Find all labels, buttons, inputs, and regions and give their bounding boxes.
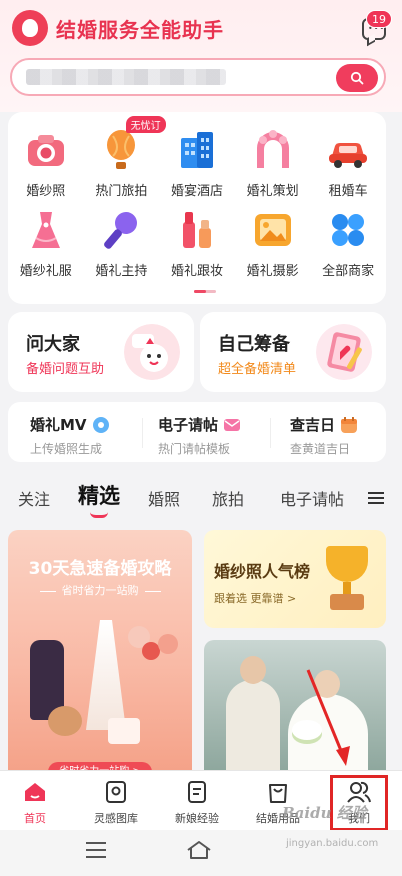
watermark: Baidu 经验 — [282, 804, 367, 822]
promo-ask-everyone[interactable]: 问大家 备婚问题互助 — [8, 312, 194, 392]
hotel-icon — [180, 132, 213, 168]
category-label: 婚纱照 — [26, 184, 66, 199]
search-input[interactable] — [26, 69, 226, 85]
feed-card-ranking[interactable]: 婚纱照人气榜 跟着选 更靠谱 > — [204, 530, 386, 628]
tool-subtitle: 上传婚照生成 — [30, 442, 103, 456]
trophy-icon — [322, 546, 372, 616]
search-icon — [350, 71, 364, 85]
category-label: 租婚车 — [328, 184, 368, 199]
tab-wedding-photos[interactable]: 婚照 — [148, 486, 180, 510]
search-button[interactable] — [336, 64, 378, 92]
page-indicator — [194, 290, 216, 293]
dress-illustration — [86, 620, 126, 730]
category-label: 婚宴酒店 — [170, 184, 223, 199]
tool-e-invitation[interactable]: 电子请帖 热门请帖模板 — [158, 414, 241, 457]
home-nav-icon[interactable] — [186, 840, 212, 860]
tool-auspicious-date[interactable]: 查吉日 查黄道吉日 — [290, 414, 358, 457]
search-bar[interactable] — [10, 58, 386, 96]
grid-icon — [332, 214, 365, 246]
category-wedding-host[interactable]: 婚礼主持 — [84, 204, 160, 284]
category-grid: 婚纱照 无忧订 热门旅拍 婚宴酒店 婚礼策划 租婚车 婚纱礼服 婚礼主持 婚礼跟… — [8, 112, 386, 304]
promo-subtitle: 超全备婚清单 — [218, 362, 297, 377]
category-wedding-photography[interactable]: 婚礼摄影 — [235, 204, 311, 284]
hot-air-balloon-icon — [107, 130, 136, 169]
tabs-menu-icon[interactable] — [368, 492, 384, 504]
divider — [270, 418, 271, 448]
gallery-icon — [106, 781, 126, 803]
category-label: 热门旅拍 — [95, 184, 148, 199]
category-label: 婚礼主持 — [95, 264, 148, 279]
menu-icon[interactable] — [86, 842, 106, 858]
tab-e-invitation[interactable]: 电子请帖 — [280, 486, 344, 510]
category-all-merchants[interactable]: 全部商家 — [310, 204, 386, 284]
bouquet-figure — [292, 720, 322, 740]
feed-card-title: 婚纱照人气榜 — [214, 562, 311, 581]
feed-card-guide[interactable]: 30天急速备婚攻略 省时省力一站购 省时省力一站购 > — [8, 530, 192, 780]
feed-card-title: 30天急速备婚攻略 — [28, 559, 172, 579]
checklist-icon — [316, 324, 372, 380]
makeup-icon — [182, 212, 211, 248]
tool-title: 婚礼MV — [30, 416, 87, 434]
promo-subtitle: 备婚问题互助 — [26, 362, 105, 377]
wedding-arch-icon — [256, 130, 289, 168]
tools-row: 婚礼MV 上传婚照生成 电子请帖 热门请帖模板 查吉日 查黄道吉日 — [8, 402, 386, 462]
bag-illustration — [108, 718, 140, 744]
tool-title: 电子请帖 — [158, 416, 219, 434]
tool-subtitle: 热门请帖模板 — [158, 442, 231, 456]
category-label: 婚纱礼服 — [19, 264, 72, 279]
tool-wedding-mv[interactable]: 婚礼MV 上传婚照生成 — [30, 414, 109, 457]
message-badge: 19 — [366, 10, 392, 28]
category-label: 婚礼摄影 — [246, 264, 299, 279]
tabbar-home[interactable]: 首页 — [0, 779, 75, 826]
category-travel-photo[interactable]: 无忧订 热门旅拍 — [84, 116, 166, 204]
category-wedding-dress[interactable]: 婚纱礼服 — [8, 204, 84, 284]
category-banquet-hotel[interactable]: 婚宴酒店 — [159, 124, 235, 204]
category-label: 婚礼策划 — [246, 184, 299, 199]
feed-card-subtitle: 省时省力一站购 — [8, 582, 192, 598]
active-tab-underline — [90, 512, 108, 518]
tabbar-inspiration[interactable]: 灵感图库 — [76, 779, 156, 826]
chat-mascot-icon — [124, 324, 180, 380]
dress-icon — [31, 212, 60, 248]
tabbar-bride-experience[interactable]: 新娘经验 — [157, 779, 237, 826]
system-nav-bar — [0, 830, 402, 876]
app-title: 结婚服务全能助手 — [56, 18, 224, 42]
category-wedding-photo[interactable]: 婚纱照 — [8, 124, 84, 204]
tab-travel-photos[interactable]: 旅拍 — [212, 486, 244, 510]
notes-icon — [188, 781, 206, 803]
category-car-rental[interactable]: 租婚车 — [310, 124, 386, 204]
promo-self-prepare[interactable]: 自己筹备 超全备婚清单 — [200, 312, 386, 392]
photo-icon — [254, 214, 291, 246]
envelope-icon — [224, 418, 241, 431]
feed-tabs: 关注 精选 婚照 旅拍 电子请帖 — [0, 478, 402, 518]
car-icon — [329, 143, 368, 168]
app-logo — [12, 10, 48, 46]
play-icon — [92, 416, 109, 433]
category-label: 全部商家 — [322, 264, 375, 279]
tool-subtitle: 查黄道吉日 — [290, 442, 351, 456]
tab-featured[interactable]: 精选 — [78, 480, 120, 510]
promo-title: 问大家 — [26, 334, 80, 355]
category-bridal-makeup[interactable]: 婚礼跟妆 — [159, 204, 235, 284]
category-wedding-planning[interactable]: 婚礼策划 — [235, 124, 311, 204]
microphone-icon — [104, 212, 138, 249]
tabbar-label: 首页 — [24, 812, 46, 825]
divider — [142, 418, 143, 448]
promo-title: 自己筹备 — [218, 334, 290, 355]
bear-illustration — [48, 706, 82, 736]
home-icon — [25, 783, 45, 801]
app-header: 结婚服务全能助手 ••• 19 — [0, 0, 402, 112]
feed-card-photo[interactable] — [204, 640, 386, 780]
balloon-decoration — [158, 634, 178, 654]
tool-title: 查吉日 — [290, 416, 336, 434]
category-label: 婚礼跟妆 — [170, 264, 223, 279]
calendar-icon — [341, 416, 358, 433]
groom-figure — [226, 656, 280, 780]
tabbar-label: 灵感图库 — [94, 812, 138, 825]
watermark-url: jingyan.baidu.com — [286, 838, 379, 849]
feed-card-subtitle: 跟着选 更靠谱 > — [214, 592, 297, 605]
tab-follow[interactable]: 关注 — [18, 486, 50, 510]
camera-icon — [27, 135, 64, 166]
tabbar-label: 新娘经验 — [175, 812, 219, 825]
